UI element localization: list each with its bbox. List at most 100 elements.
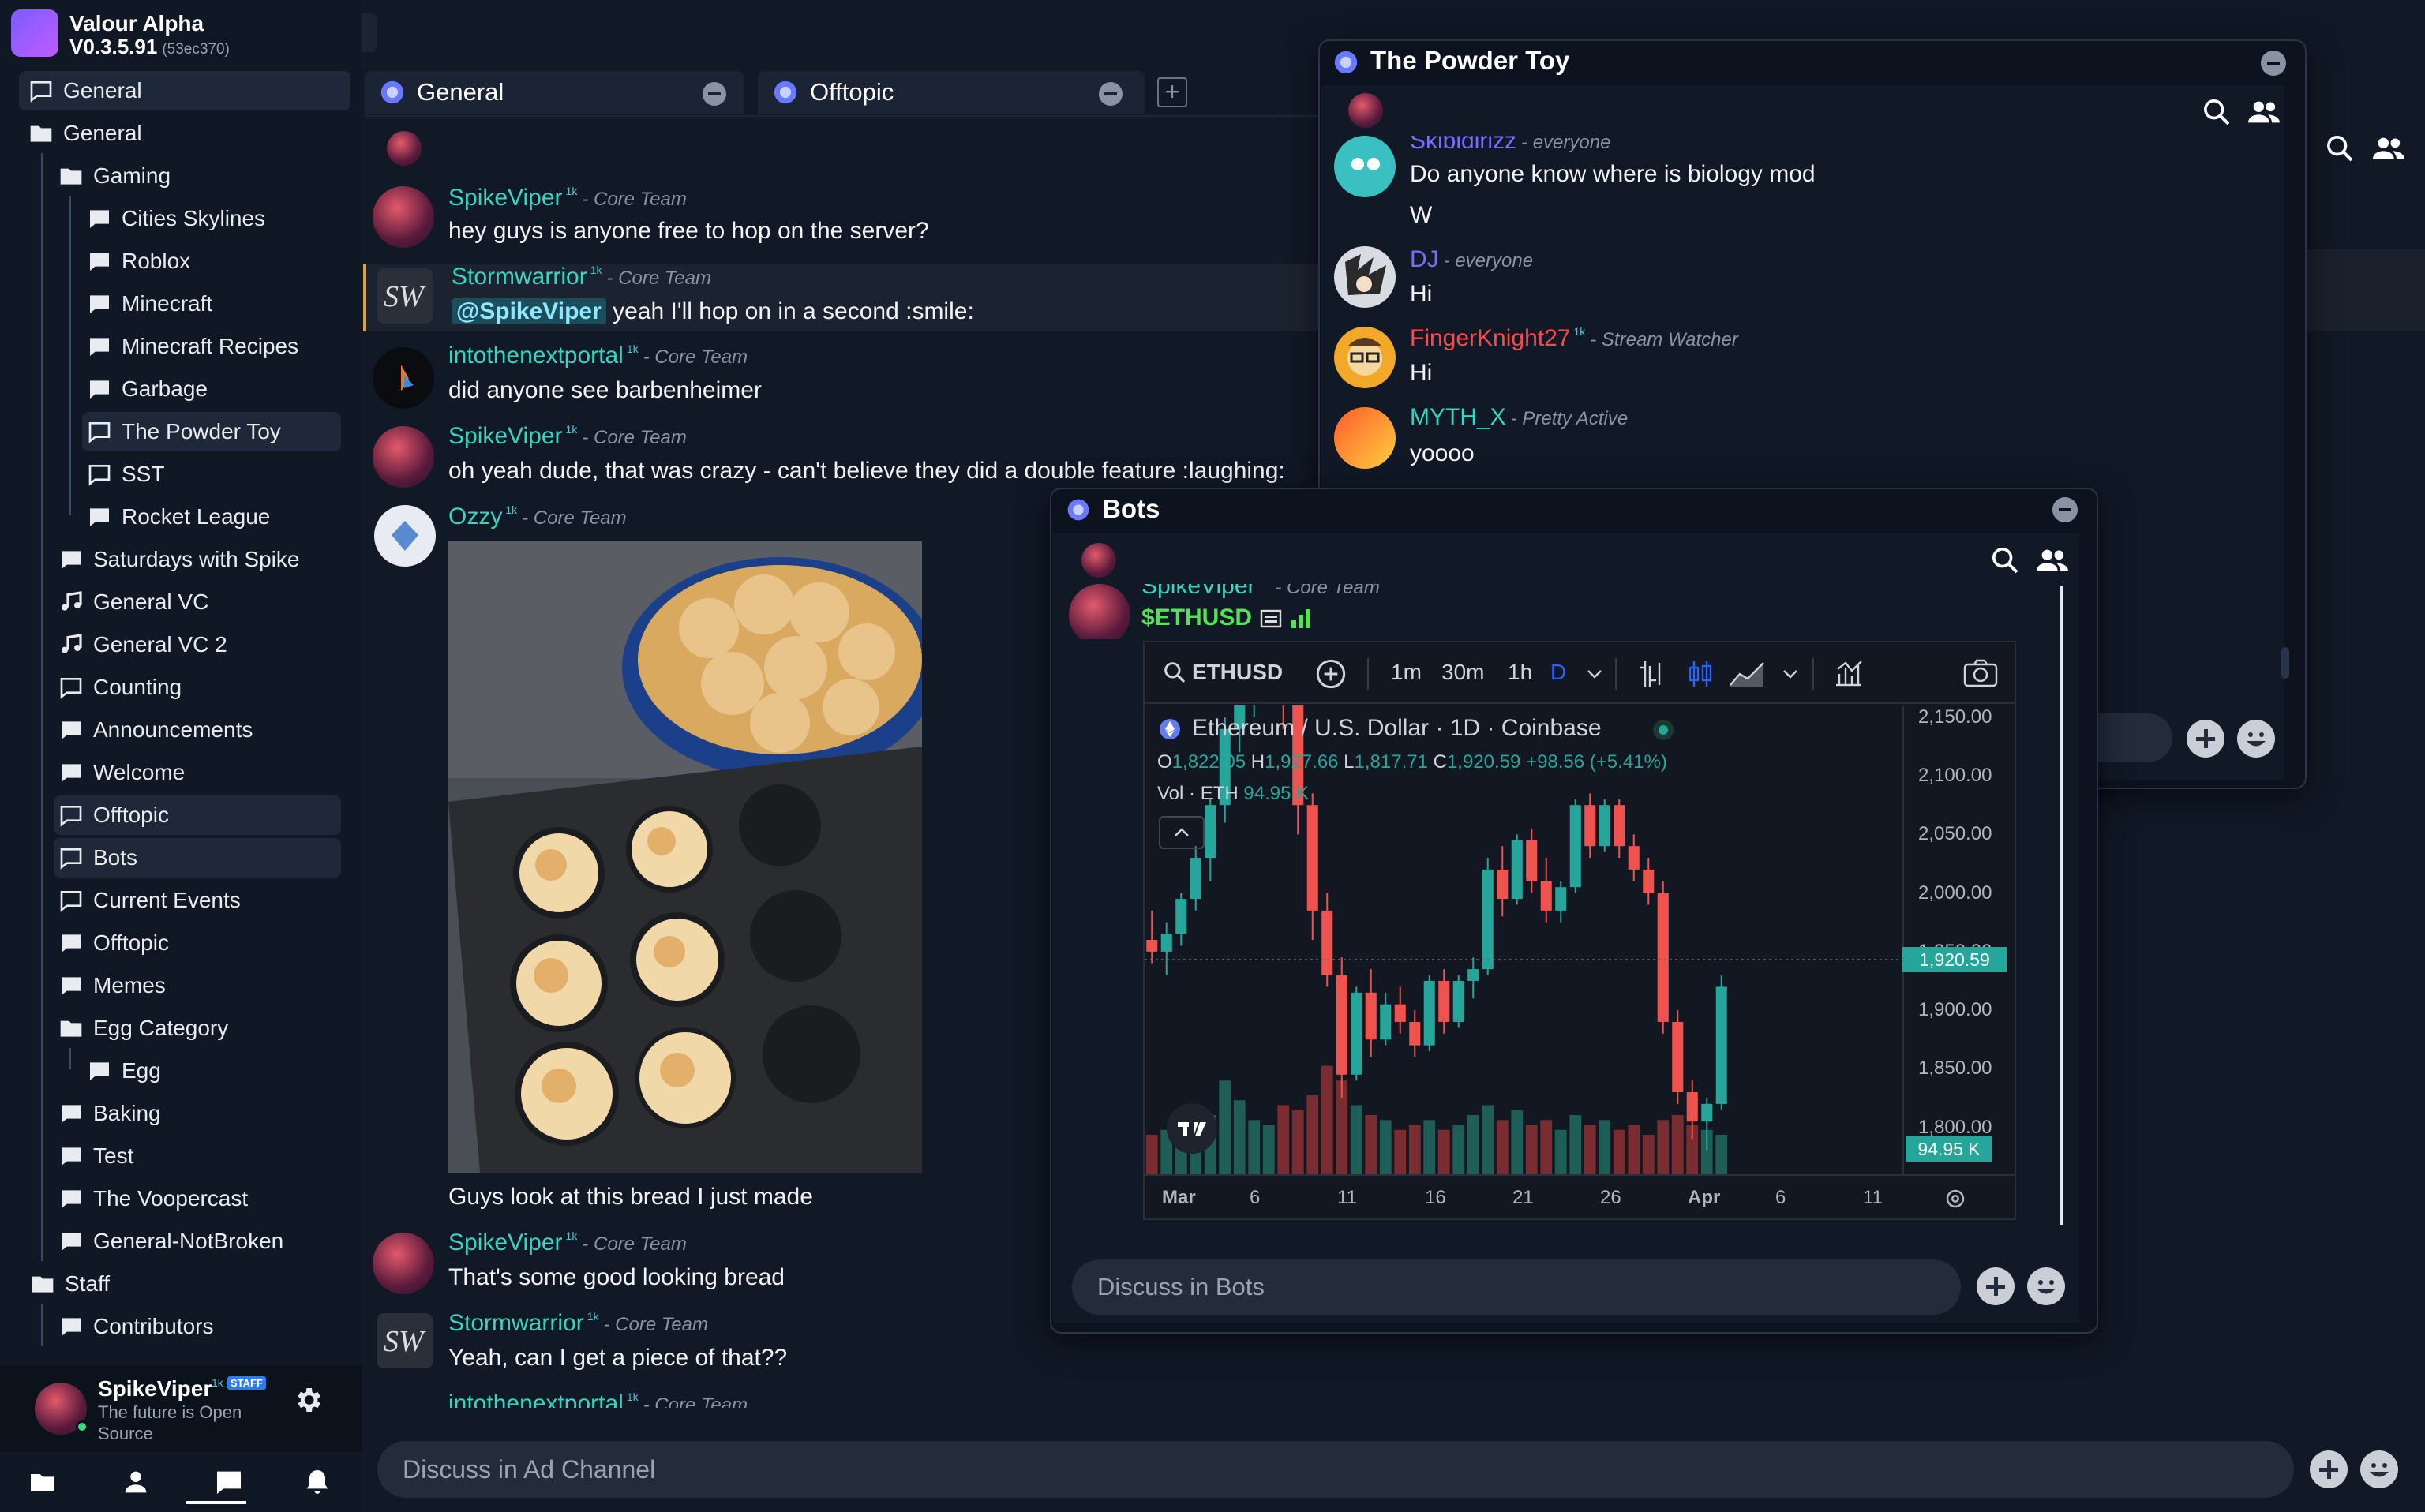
candle[interactable] — [1686, 1092, 1698, 1122]
scrollbar[interactable] — [2281, 647, 2289, 679]
candle[interactable] — [1643, 869, 1655, 893]
candle[interactable] — [1526, 840, 1538, 881]
sidebar-item-memes[interactable]: Memes — [54, 966, 341, 1005]
message-input[interactable]: Discuss in Bots — [1072, 1259, 1961, 1315]
user-mention[interactable]: @SpikeViper — [452, 298, 606, 324]
candle[interactable] — [1175, 899, 1187, 934]
candle[interactable] — [1365, 992, 1377, 1040]
sidebar-item-roblox[interactable]: Roblox — [82, 241, 341, 281]
search-icon[interactable] — [1989, 545, 2021, 576]
avatar[interactable] — [1334, 136, 1396, 197]
bell-icon[interactable] — [302, 1466, 333, 1498]
candles-icon[interactable] — [1686, 658, 1715, 690]
message-author[interactable]: MYTH_X - Pretty Active — [1410, 404, 1628, 431]
members-icon[interactable] — [2247, 96, 2280, 128]
avatar[interactable]: SW — [377, 1313, 433, 1368]
sidebar-item-gaming[interactable]: Gaming — [54, 156, 341, 196]
add-symbol-icon[interactable] — [1315, 658, 1347, 690]
candle[interactable] — [1394, 1004, 1406, 1022]
sidebar-item-staff[interactable]: Staff — [25, 1264, 341, 1304]
camera-icon[interactable] — [1962, 658, 1999, 688]
sidebar-item-bots[interactable]: Bots — [54, 838, 341, 878]
tradingview-logo[interactable] — [1167, 1103, 1217, 1154]
sidebar-item-welcome[interactable]: Welcome — [54, 753, 341, 792]
interval-1h[interactable]: 1h — [1508, 660, 1532, 685]
avatar[interactable] — [1334, 246, 1396, 308]
sidebar-item-saturdays-with-spike[interactable]: Saturdays with Spike — [54, 540, 341, 579]
sidebar-item-the-powder-toy[interactable]: The Powder Toy — [82, 412, 341, 451]
candle[interactable] — [1540, 881, 1552, 911]
candle[interactable] — [1628, 846, 1640, 870]
add-tab-button[interactable]: + — [1157, 77, 1187, 107]
message-author[interactable]: intothenextportal 1k - Core Team — [448, 342, 748, 369]
candle[interactable] — [1569, 805, 1581, 888]
message-author[interactable]: Stormwarrior 1k - Core Team — [452, 264, 711, 290]
avatar[interactable]: SW — [377, 268, 433, 324]
candle[interactable] — [1409, 1021, 1421, 1046]
sidebar-item-general[interactable]: General — [19, 71, 350, 110]
sidebar-item-counting[interactable]: Counting — [54, 668, 341, 707]
candle[interactable] — [1438, 980, 1450, 1022]
message-author[interactable]: Skibidirizz - everyone — [1410, 136, 1610, 155]
message-author[interactable]: FingerKnight27 1k - Stream Watcher — [1410, 325, 1738, 352]
candle[interactable] — [1351, 992, 1362, 1075]
message-author[interactable]: SpikeViper1k- Core Team — [448, 185, 687, 211]
avatar[interactable] — [1069, 584, 1130, 639]
candle[interactable] — [1205, 805, 1216, 859]
sidebar-item-test[interactable]: Test — [54, 1136, 341, 1176]
candle[interactable] — [1555, 887, 1567, 911]
interval-d[interactable]: D — [1550, 660, 1566, 685]
tab-general[interactable]: General — [365, 71, 744, 114]
scrollbar[interactable] — [2060, 586, 2063, 1225]
candle[interactable] — [1336, 975, 1347, 1075]
candle[interactable] — [1452, 980, 1464, 1022]
emoji-icon[interactable] — [2027, 1267, 2065, 1305]
plus-icon[interactable] — [1977, 1267, 2015, 1305]
sidebar-item-minecraft[interactable]: Minecraft — [82, 284, 341, 324]
candle[interactable] — [1482, 869, 1494, 970]
gear-icon[interactable] — [292, 1384, 324, 1416]
message-author[interactable]: DJ - everyone — [1410, 246, 1533, 273]
chart-plot[interactable] — [1145, 705, 1902, 1174]
candle[interactable] — [1614, 805, 1625, 847]
message-author[interactable]: SpikeViper1k- Core Team — [448, 1229, 687, 1256]
plus-icon[interactable] — [2187, 720, 2224, 758]
user-icon[interactable] — [120, 1466, 152, 1498]
message-author[interactable]: SpikeViper1k- Core Team — [1141, 584, 1380, 600]
candle[interactable] — [1467, 969, 1479, 981]
avatar[interactable] — [373, 347, 434, 409]
sidebar-item-general-vc[interactable]: General VC — [54, 582, 341, 622]
sidebar-item-offtopic[interactable]: Offtopic — [54, 923, 341, 963]
sidebar-item-the-voopercast[interactable]: The Voopercast — [54, 1179, 341, 1218]
sidebar-item-baking[interactable]: Baking — [54, 1094, 341, 1133]
candle[interactable] — [1146, 940, 1158, 952]
bread-photo[interactable] — [448, 541, 922, 1173]
message-author[interactable]: Ozzy 1k - Core Team — [448, 503, 627, 530]
search-icon[interactable] — [2201, 96, 2232, 128]
app-logo-icon[interactable] — [11, 9, 58, 57]
sidebar-item-minecraft-recipes[interactable]: Minecraft Recipes — [82, 327, 341, 366]
avatar[interactable] — [373, 186, 434, 248]
candle[interactable] — [1306, 805, 1318, 911]
plus-icon[interactable] — [2310, 1450, 2348, 1488]
candle[interactable] — [1599, 805, 1610, 847]
time-axis[interactable]: Mar 6 11 16 21 26 Apr 6 11 — [1145, 1176, 1902, 1218]
sidebar-collapse-handle[interactable] — [362, 13, 377, 52]
minimize-button[interactable] — [2052, 497, 2078, 522]
sidebar-item-general-vc-2[interactable]: General VC 2 — [54, 625, 341, 664]
avatar[interactable] — [374, 505, 436, 567]
sidebar-item-announcements[interactable]: Announcements — [54, 710, 341, 750]
interval-1m[interactable]: 1m — [1391, 660, 1422, 685]
candle[interactable] — [1672, 1021, 1684, 1093]
close-tab-button[interactable] — [1099, 82, 1123, 106]
avatar[interactable] — [1334, 327, 1396, 388]
sidebar-item-general[interactable]: General — [19, 114, 350, 153]
sidebar-item-general-notbroken[interactable]: General-NotBroken — [54, 1222, 341, 1261]
minimize-button[interactable] — [2261, 51, 2286, 76]
symbol-label[interactable]: ETHUSD — [1192, 660, 1283, 685]
chat-bubble-icon[interactable] — [213, 1466, 245, 1498]
message-author[interactable]: SpikeViper1k- Core Team — [448, 423, 687, 450]
folder-icon[interactable] — [27, 1466, 58, 1498]
candle[interactable] — [1380, 1004, 1392, 1040]
members-icon[interactable] — [2035, 545, 2068, 576]
